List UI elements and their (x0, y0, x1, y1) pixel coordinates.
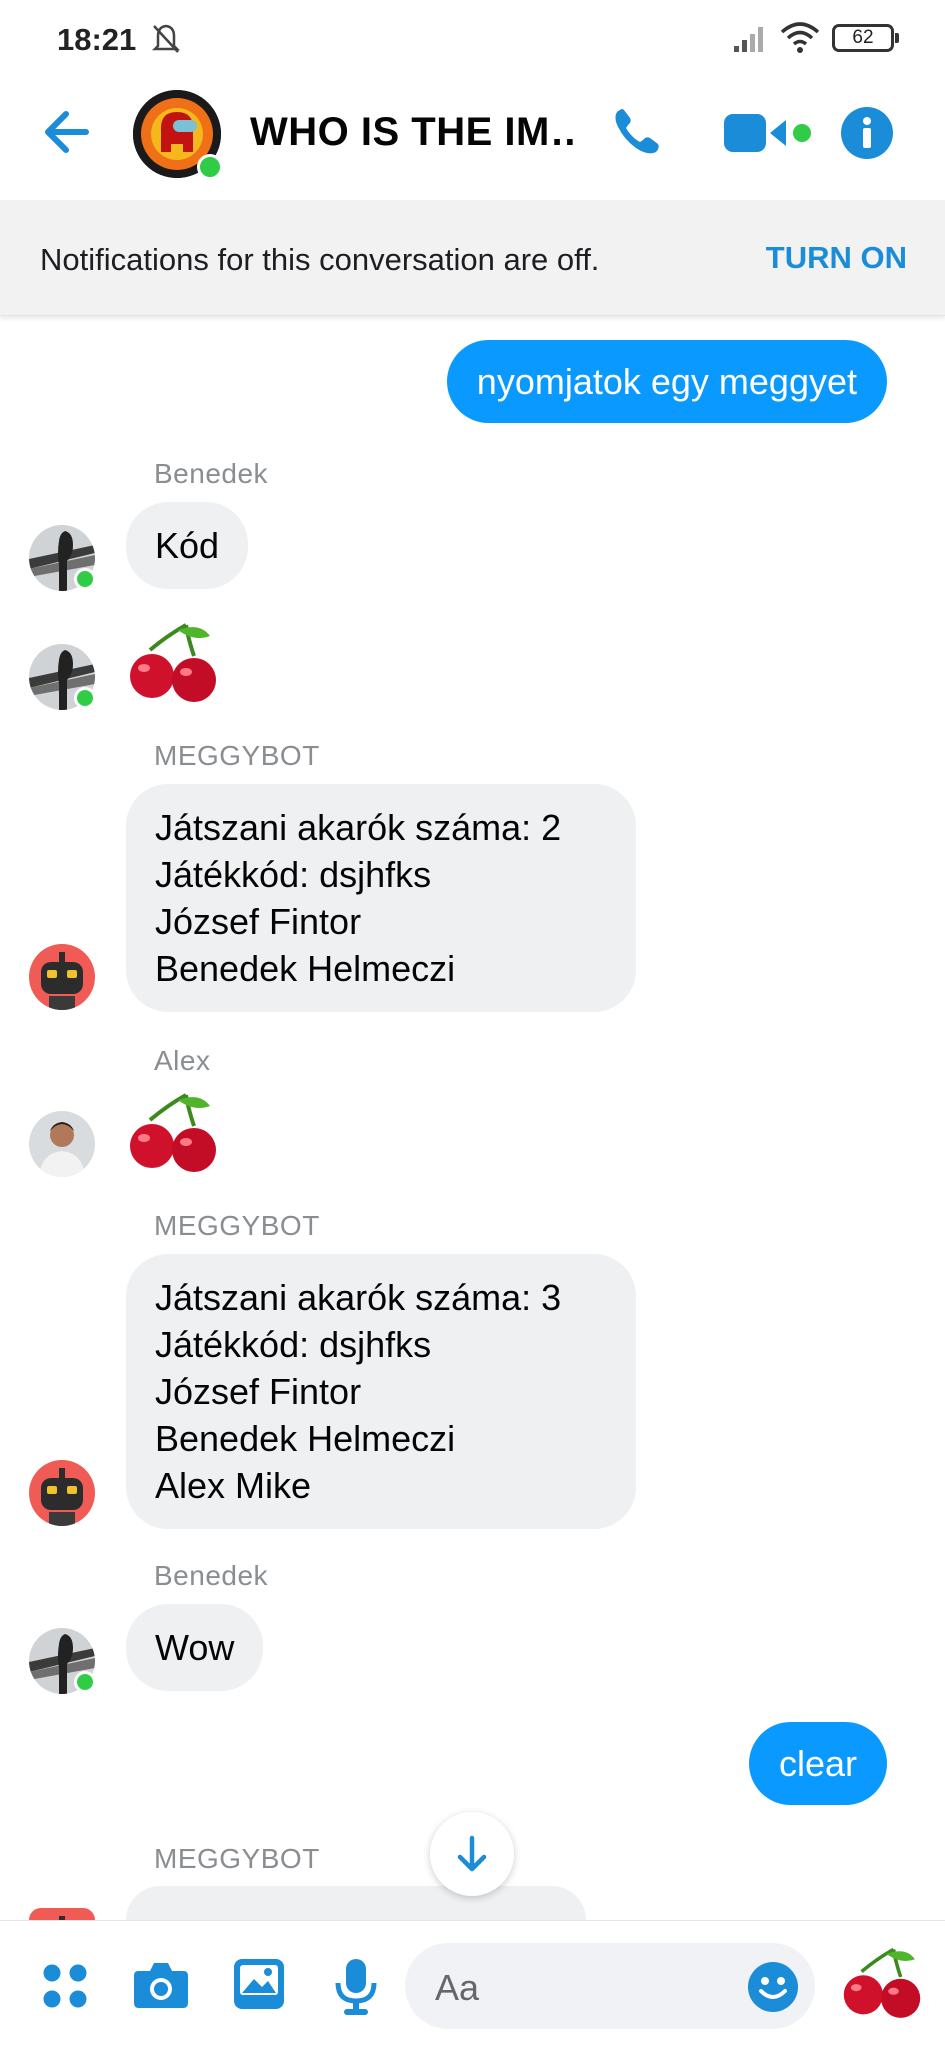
bell-muted-icon (151, 24, 181, 53)
incoming-message[interactable]: Játszani akarók száma: 3 Játékkód: dsjhf… (126, 1254, 636, 1529)
back-arrow-icon[interactable] (38, 102, 98, 162)
mic-icon[interactable] (334, 1957, 378, 2017)
info-icon[interactable] (840, 106, 894, 160)
bot-avatar-image (29, 1908, 95, 1920)
status-bar: 18:21 62 (0, 0, 945, 80)
group-avatar[interactable] (133, 90, 223, 180)
avatar[interactable] (29, 1908, 95, 1920)
turn-on-button[interactable]: TURN ON (766, 240, 907, 276)
conversation-title[interactable]: WHO IS THE IM… (250, 110, 575, 155)
online-dot (74, 568, 96, 590)
emoji-icon[interactable] (747, 1961, 799, 2013)
cherries-icon[interactable] (128, 1090, 218, 1180)
bot-avatar-image (29, 1460, 95, 1526)
cherries-icon[interactable] (128, 620, 218, 710)
message-line: József Fintor (155, 1371, 362, 1412)
message-line: József Fintor (155, 901, 362, 942)
notification-banner: Notifications for this conversation are … (0, 200, 945, 316)
message-line: Játszani akarók száma: 3 (155, 1277, 562, 1318)
outgoing-message[interactable]: nyomjatok egy meggyet (446, 340, 887, 423)
camera-icon[interactable] (132, 1959, 190, 2011)
scroll-to-bottom-button[interactable] (430, 1812, 514, 1896)
signal-icon (734, 27, 763, 52)
outgoing-message[interactable]: clear (748, 1722, 887, 1805)
online-dot (197, 154, 223, 180)
message-input[interactable]: Aa (405, 1943, 815, 2029)
message-line: Alex Mike (155, 1465, 312, 1506)
message-line: Játékkód: dsjhfks (155, 1324, 432, 1365)
message-placeholder: Aa (435, 1967, 480, 2008)
notification-text: Notifications for this conversation are … (40, 242, 600, 277)
sender-name: MEGGYBOT (154, 1210, 320, 1241)
bot-avatar-image (29, 944, 95, 1010)
sender-name: Benedek (154, 1560, 269, 1591)
incoming-message[interactable]: Játszani akarók száma: 2 Játékkód: dsjhf… (126, 784, 636, 1012)
message-line: Benedek Helmeczi (155, 948, 456, 989)
sender-name: MEGGYBOT (154, 1843, 320, 1874)
cherries-icon[interactable] (842, 1943, 922, 2027)
incoming-message[interactable]: Kód (126, 502, 249, 589)
sender-name: Alex (154, 1045, 211, 1076)
status-time: 18:21 (57, 22, 137, 57)
avatar[interactable] (29, 1111, 95, 1177)
avatar-image (29, 1111, 95, 1177)
avatar[interactable] (29, 944, 95, 1010)
message-line: Játékkód: dsjhfks (155, 854, 432, 895)
incoming-message-partial[interactable] (126, 1886, 586, 1920)
avatar[interactable] (29, 1460, 95, 1526)
sender-name: Benedek (154, 458, 269, 489)
wifi-icon (780, 22, 820, 53)
online-dot (74, 687, 96, 709)
arrow-down-icon (457, 1835, 487, 1872)
gallery-icon[interactable] (232, 1957, 286, 2011)
incoming-message[interactable]: Wow (126, 1604, 264, 1691)
phone-icon[interactable] (610, 104, 664, 158)
message-line: Benedek Helmeczi (155, 1418, 456, 1459)
message-line: Játszani akarók száma: 2 (155, 807, 562, 848)
apps-icon[interactable] (40, 1961, 90, 2011)
sender-name: MEGGYBOT (154, 740, 320, 771)
online-dot (74, 1671, 96, 1693)
video-icon[interactable] (722, 110, 812, 156)
composer-bar: Aa (0, 1920, 945, 2048)
battery-indicator: 62 (832, 24, 899, 52)
